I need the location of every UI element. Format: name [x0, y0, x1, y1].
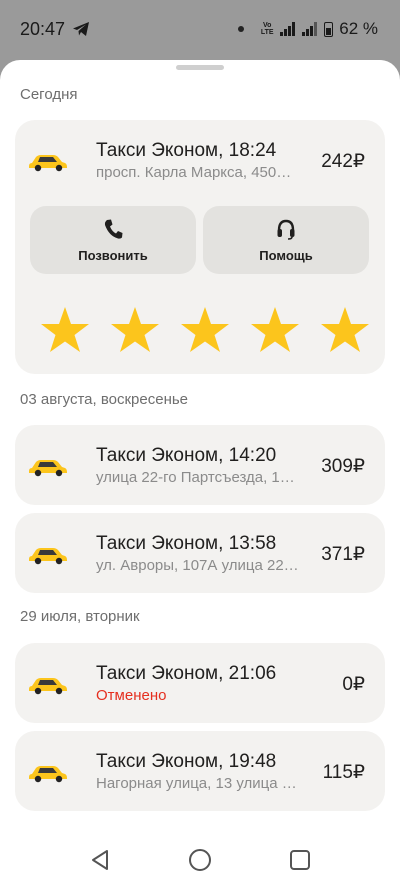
status-time: 20:47 — [20, 19, 66, 39]
system-navigation-bar — [0, 829, 400, 889]
battery-icon — [324, 21, 334, 37]
section-title-jul-29: 29 июля, вторник — [20, 608, 140, 625]
star-3-icon[interactable] — [180, 306, 230, 354]
taxi-car-icon — [29, 155, 67, 172]
battery-percent: 62 % — [339, 19, 378, 38]
star-5-icon[interactable] — [320, 306, 370, 354]
ride-price: 309₽ — [321, 456, 365, 477]
ride-address: Нагорная улица, 13 улица … — [96, 775, 297, 792]
status-icons: Vo LTE 62 % — [238, 19, 378, 39]
star-2-icon[interactable] — [110, 306, 160, 354]
taxi-car-icon — [29, 460, 67, 477]
headset-icon — [277, 219, 295, 240]
rating-stars — [15, 306, 385, 356]
taxi-car-icon — [29, 678, 67, 695]
ride-price: 0₽ — [342, 674, 365, 695]
help-button[interactable]: Помощь — [203, 206, 369, 274]
star-1-icon[interactable] — [40, 306, 90, 354]
help-button-label: Помощь — [259, 248, 313, 263]
status-bar: 20:47 Vo LTE 62 % — [0, 0, 400, 60]
telegram-icon — [73, 22, 89, 36]
notification-dot-icon — [238, 26, 245, 32]
ride-price: 242₽ — [321, 151, 365, 172]
call-button[interactable]: Позвонить — [30, 206, 196, 274]
ride-title: Такси Эконом, 13:58 — [96, 533, 277, 554]
ride-title: Такси Эконом, 18:24 — [96, 140, 277, 161]
ride-card[interactable]: Такси Эконом, 19:48 Нагорная улица, 13 у… — [15, 731, 385, 811]
section-title-aug-03: 03 августа, воскресенье — [20, 391, 189, 408]
ride-address: просп. Карла Маркса, 450… — [96, 164, 292, 181]
signal-2-icon — [302, 22, 318, 36]
rides-sheet: Сегодня Такси Эконом, 18:24 просп. Карла… — [0, 60, 400, 889]
ride-address: улица 22-го Партсъезда, 1… — [96, 469, 295, 486]
ride-status-cancelled: Отменено — [96, 687, 167, 704]
ride-address: ул. Авроры, 107А улица 22… — [96, 557, 299, 574]
ride-title: Такси Эконом, 21:06 — [96, 663, 277, 684]
ride-card[interactable]: Такси Эконом, 13:58 ул. Авроры, 107А ули… — [15, 513, 385, 593]
home-icon[interactable] — [188, 848, 212, 872]
recents-icon[interactable] — [288, 848, 312, 872]
ride-title: Такси Эконом, 19:48 — [96, 751, 277, 772]
taxi-car-icon — [29, 766, 67, 783]
ride-card[interactable]: Такси Эконом, 21:06 Отменено 0₽ — [15, 643, 385, 723]
phone-icon — [104, 219, 123, 239]
star-4-icon[interactable] — [250, 306, 300, 354]
signal-icon — [280, 22, 296, 36]
call-button-label: Позвонить — [78, 248, 148, 263]
taxi-car-icon — [29, 548, 67, 565]
active-ride-card[interactable]: Такси Эконом, 18:24 просп. Карла Маркса,… — [15, 120, 385, 374]
ride-title: Такси Эконом, 14:20 — [96, 445, 277, 466]
back-icon[interactable] — [88, 848, 112, 872]
ride-price: 371₽ — [321, 544, 365, 565]
volte-icon: Vo LTE — [260, 22, 274, 36]
section-title-today: Сегодня — [20, 86, 78, 103]
sheet-drag-handle[interactable] — [176, 65, 224, 70]
ride-price: 115₽ — [322, 762, 365, 783]
ride-card[interactable]: Такси Эконом, 14:20 улица 22-го Партсъез… — [15, 425, 385, 505]
